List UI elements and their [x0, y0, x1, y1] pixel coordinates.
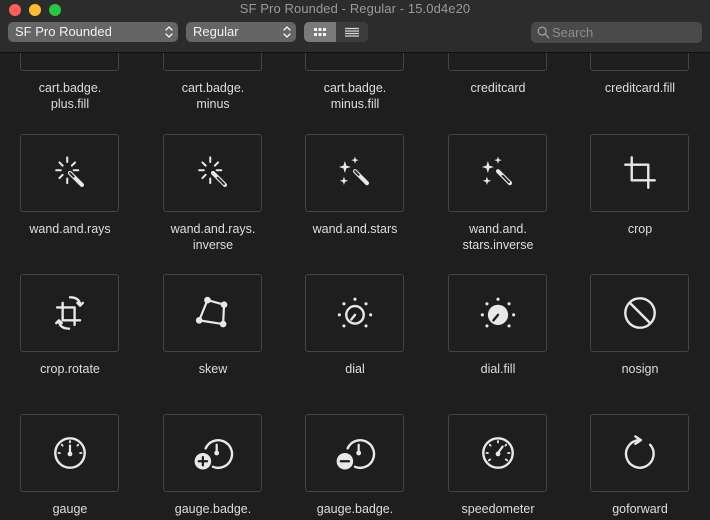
symbol-tile[interactable] [20, 274, 119, 352]
symbol-cell[interactable]: cart.badge. minus [143, 53, 285, 123]
symbol-cell[interactable]: cart.badge. plus.fill [0, 53, 142, 123]
grid-view-icon [314, 28, 326, 36]
symbol-cell[interactable]: gauge.badge. [143, 414, 285, 520]
symbol-tile[interactable] [20, 414, 119, 492]
symbol-cell[interactable]: speedometer [428, 414, 570, 520]
dial-icon [337, 297, 372, 328]
view-mode-segmented-control [304, 22, 368, 42]
list-view-button[interactable] [336, 22, 368, 42]
gauge-badge-minus-icon [336, 439, 375, 470]
symbol-cell[interactable]: dial [285, 274, 427, 399]
symbol-cell[interactable]: wand.and.stars [285, 134, 427, 259]
symbol-cell[interactable]: dial.fill [428, 274, 570, 399]
symbol-cell[interactable]: creditcard [428, 53, 570, 123]
symbol-tile[interactable] [305, 53, 404, 71]
symbol-label: gauge [52, 502, 88, 516]
symbol-label: creditcard [470, 81, 526, 95]
symbol-label: crop.rotate [40, 362, 100, 376]
symbol-label: skew [198, 362, 228, 376]
font-family-select-value: SF Pro Rounded [15, 24, 112, 39]
speedometer-icon [481, 437, 514, 469]
grid-view-button[interactable] [304, 22, 336, 42]
dial-fill-icon [480, 297, 515, 328]
symbol-cell[interactable]: creditcard.fill [570, 53, 710, 123]
symbol-cell[interactable]: wand.and.rays [0, 134, 142, 259]
symbol-label: cart.badge. minus [181, 81, 245, 111]
crop-icon [623, 156, 656, 189]
symbol-tile[interactable] [448, 274, 547, 352]
symbol-cell[interactable]: wand.and. stars.inverse [428, 134, 570, 259]
wand-and-stars-inverse-icon [481, 156, 512, 186]
symbol-label: dial [345, 362, 365, 376]
symbol-cell[interactable]: gauge [0, 414, 142, 520]
symbol-tile[interactable] [448, 414, 547, 492]
symbol-cell[interactable]: gauge.badge. [285, 414, 427, 520]
symbol-cell[interactable]: skew [143, 274, 285, 399]
symbol-label: nosign [621, 362, 659, 376]
symbol-label: wand.and. stars.inverse [462, 222, 534, 252]
wand-and-rays-icon [54, 156, 84, 188]
gauge-badge-plus-icon [194, 439, 233, 470]
symbol-grid: cart.badge. plus.fill cart.badge. minus … [0, 53, 710, 520]
skew-icon [195, 296, 227, 328]
search-field[interactable] [531, 22, 702, 43]
symbol-label: wand.and.rays [29, 222, 111, 236]
symbol-tile[interactable] [590, 274, 689, 352]
symbol-tile[interactable] [163, 53, 262, 71]
symbol-label: cart.badge. minus.fill [323, 81, 387, 111]
search-input[interactable] [552, 22, 692, 43]
wand-and-rays-inverse-icon [197, 156, 227, 188]
symbol-tile[interactable] [590, 414, 689, 492]
symbol-cell[interactable]: cart.badge. minus.fill [285, 53, 427, 123]
nosign-icon [623, 297, 656, 329]
symbol-cell[interactable]: goforward [570, 414, 710, 520]
symbol-tile[interactable] [163, 134, 262, 212]
symbol-tile[interactable] [590, 53, 689, 71]
wand-and-stars-icon [338, 156, 369, 186]
crop-rotate-icon [54, 296, 84, 330]
symbol-label: gauge.badge. [174, 502, 252, 516]
symbol-tile[interactable] [305, 414, 404, 492]
symbol-label: gauge.badge. [316, 502, 394, 516]
symbol-tile[interactable] [590, 134, 689, 212]
symbol-tile[interactable] [20, 134, 119, 212]
symbol-label: dial.fill [480, 362, 516, 376]
symbol-cell[interactable]: wand.and.rays. inverse [143, 134, 285, 259]
font-weight-select-value: Regular [193, 24, 239, 39]
symbol-label: cart.badge. plus.fill [38, 81, 102, 111]
window-title: SF Pro Rounded - Regular - 15.0d4e20 [239, 1, 471, 16]
list-view-icon [345, 27, 359, 37]
gauge-icon [53, 437, 86, 469]
symbol-cell[interactable]: crop.rotate [0, 274, 142, 399]
symbol-tile[interactable] [448, 53, 547, 71]
updown-chevron-icon [165, 26, 173, 38]
symbol-tile[interactable] [163, 274, 262, 352]
font-family-select[interactable]: SF Pro Rounded [8, 22, 178, 42]
updown-chevron-icon [283, 26, 291, 38]
font-weight-select[interactable]: Regular [186, 22, 296, 42]
symbol-tile[interactable] [305, 274, 404, 352]
symbol-cell[interactable]: nosign [570, 274, 710, 399]
symbol-label: wand.and.rays. inverse [170, 222, 256, 252]
symbol-tile[interactable] [163, 414, 262, 492]
symbol-tile[interactable] [20, 53, 119, 71]
symbol-label: goforward [612, 502, 668, 516]
symbol-label: creditcard.fill [604, 81, 676, 95]
window-titlebar: SF Pro Rounded - Regular - 15.0d4e20 SF … [0, 0, 710, 53]
symbol-label: speedometer [461, 502, 535, 516]
symbol-label: crop [627, 222, 653, 236]
symbol-tile[interactable] [448, 134, 547, 212]
search-icon [537, 26, 550, 39]
symbol-tile[interactable] [305, 134, 404, 212]
goforward-icon [624, 435, 655, 469]
symbol-cell[interactable]: crop [570, 134, 710, 259]
symbol-label: wand.and.stars [312, 222, 398, 236]
